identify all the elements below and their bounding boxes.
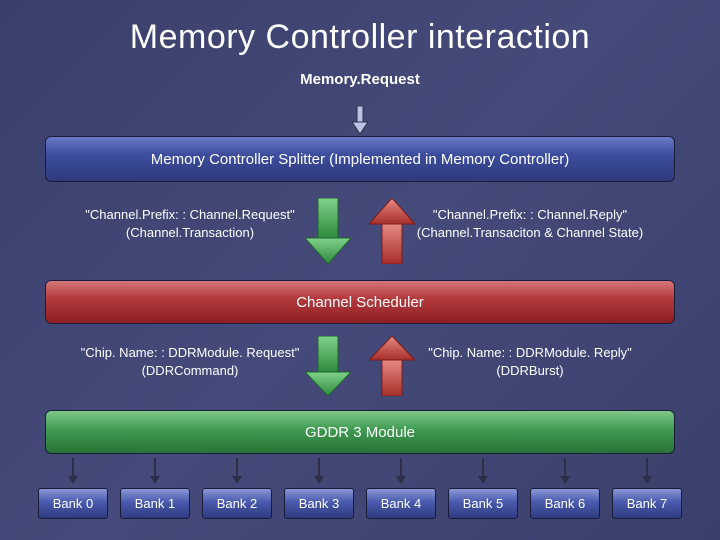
bank-arrows-row — [0, 458, 720, 484]
scheduler-box: Channel Scheduler — [45, 280, 675, 324]
arrow-down-icon — [305, 198, 351, 264]
ddr-reply-label: "Chip. Name: : DDRModule. Reply" (DDRBur… — [400, 344, 660, 379]
text-line: (DDRCommand) — [60, 362, 320, 380]
bank-arrow-slot — [366, 458, 436, 484]
splitter-label: Memory Controller Splitter (Implemented … — [151, 151, 569, 168]
bank-arrow-slot — [612, 458, 682, 484]
bank-arrow-slot — [120, 458, 190, 484]
arrow-up-icon — [369, 198, 415, 264]
text-line: (Channel.Transaciton & Channel State) — [400, 224, 660, 242]
arrow-down-icon — [305, 336, 351, 396]
arrow-down-icon — [313, 458, 325, 484]
ddr-request-label: "Chip. Name: : DDRModule. Request" (DDRC… — [60, 344, 320, 379]
arrow-down-icon — [149, 458, 161, 484]
page-title: Memory Controller interaction — [0, 0, 720, 57]
bank-box: Bank 1 — [120, 488, 190, 519]
arrow-down-icon — [231, 458, 243, 484]
arrow-down-icon — [352, 106, 368, 134]
arrow-pair-2 — [305, 336, 415, 396]
bank-box: Bank 3 — [284, 488, 354, 519]
bank-box: Bank 2 — [202, 488, 272, 519]
arrow-down-icon — [641, 458, 653, 484]
bank-arrow-slot — [448, 458, 518, 484]
text-line: "Channel.Prefix: : Channel.Request" — [60, 206, 320, 224]
arrow-pair-1 — [305, 198, 415, 264]
arrow-up-icon — [369, 336, 415, 396]
arrow-down-icon — [559, 458, 571, 484]
bank-box: Bank 0 — [38, 488, 108, 519]
channel-reply-label: "Channel.Prefix: : Channel.Reply" (Chann… — [400, 206, 660, 241]
module-box: GDDR 3 Module — [45, 410, 675, 454]
text-line: "Chip. Name: : DDRModule. Request" — [60, 344, 320, 362]
bank-box: Bank 7 — [612, 488, 682, 519]
bank-arrow-slot — [202, 458, 272, 484]
bank-arrow-slot — [530, 458, 600, 484]
text-line: "Chip. Name: : DDRModule. Reply" — [400, 344, 660, 362]
scheduler-label: Channel Scheduler — [296, 294, 424, 311]
text-line: "Channel.Prefix: : Channel.Reply" — [400, 206, 660, 224]
banks-row: Bank 0 Bank 1 Bank 2 Bank 3 Bank 4 Bank 5 Bank… — [0, 488, 720, 519]
text-line: (DDRBurst) — [400, 362, 660, 380]
arrow-down-icon — [395, 458, 407, 484]
bank-box: Bank 6 — [530, 488, 600, 519]
text-line: (Channel.Transaction) — [60, 224, 320, 242]
arrow-down-icon — [67, 458, 79, 484]
memory-request-label: Memory.Request — [0, 71, 720, 88]
bank-arrow-slot — [284, 458, 354, 484]
bank-box: Bank 5 — [448, 488, 518, 519]
channel-request-label: "Channel.Prefix: : Channel.Request" (Cha… — [60, 206, 320, 241]
bank-arrow-slot — [38, 458, 108, 484]
splitter-box: Memory Controller Splitter (Implemented … — [45, 136, 675, 182]
module-label: GDDR 3 Module — [305, 424, 415, 441]
arrow-down-icon — [477, 458, 489, 484]
bank-box: Bank 4 — [366, 488, 436, 519]
